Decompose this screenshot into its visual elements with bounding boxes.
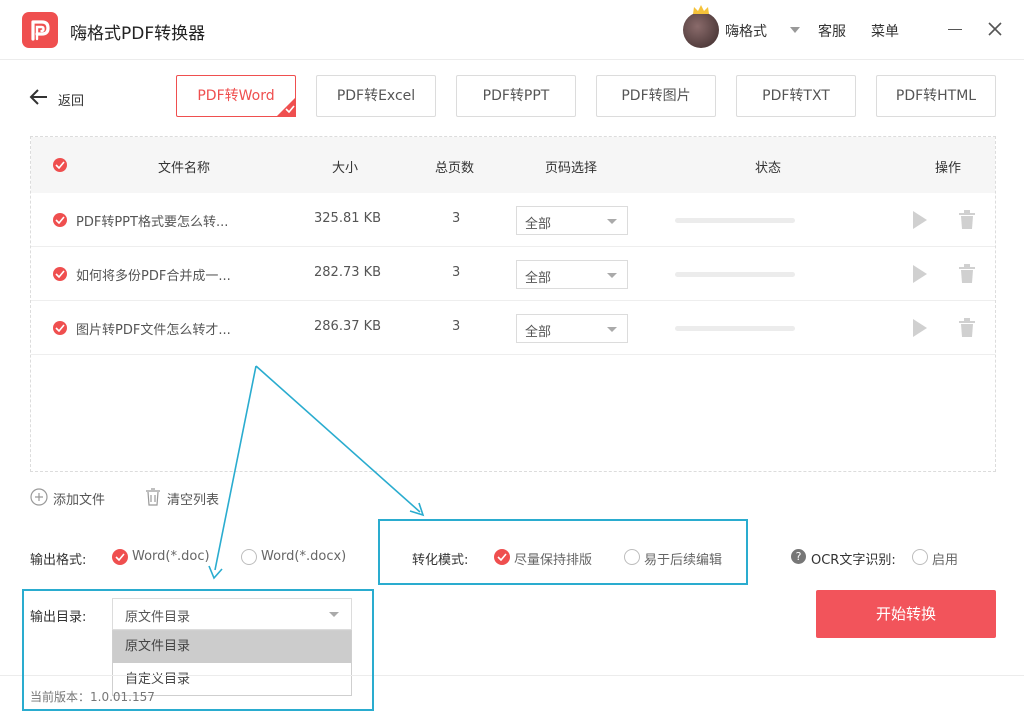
column-header-name: 文件名称 [158, 161, 211, 176]
tab-label: PDF转Excel [336, 88, 416, 104]
play-icon[interactable] [913, 211, 927, 229]
menu-button[interactable]: 菜单 [871, 21, 899, 41]
trash-icon [146, 488, 160, 506]
start-convert-button[interactable]: 开始转换 [816, 590, 996, 638]
support-button[interactable]: 客服 [818, 21, 846, 41]
chevron-down-icon [607, 327, 617, 332]
column-header-page-select: 页码选择 [545, 161, 598, 176]
file-size: 286.37 KB [314, 319, 382, 334]
tab-pdf-to-ppt[interactable]: PDF转PPT [456, 75, 576, 117]
app-title: 嗨格式PDF转换器 [70, 24, 206, 44]
tab-pdf-to-image[interactable]: PDF转图片 [596, 75, 716, 117]
file-name: 图片转PDF文件怎么转才... [76, 323, 231, 338]
close-icon[interactable] [986, 20, 1004, 38]
tab-pdf-to-txt[interactable]: PDF转TXT [736, 75, 856, 117]
progress-bar [675, 326, 795, 331]
radio-format-docx[interactable] [241, 549, 257, 565]
page-range-select[interactable]: 全部 [516, 260, 628, 289]
ocr-label: OCR文字识别: [811, 553, 896, 568]
radio-ocr-enable[interactable] [912, 549, 928, 565]
output-dir-highlight-box [22, 589, 374, 711]
selected-check-icon [276, 97, 296, 117]
tab-label: PDF转HTML [895, 88, 977, 104]
back-label: 返回 [58, 94, 85, 109]
plus-circle-icon [30, 488, 48, 506]
trash-icon[interactable] [959, 318, 975, 337]
file-name: 如何将多份PDF合并成一... [76, 269, 231, 284]
arrow-left-icon [29, 89, 47, 105]
page-range-value: 全部 [525, 217, 552, 232]
format-docx-label[interactable]: Word(*.docx) [261, 549, 346, 564]
file-size: 282.73 KB [314, 265, 382, 280]
page-range-value: 全部 [525, 271, 552, 286]
tab-label: PDF转图片 [621, 88, 691, 104]
clear-list-label: 清空列表 [167, 493, 220, 508]
username[interactable]: 嗨格式 [725, 21, 767, 41]
title-bar: 嗨格式PDF转换器 嗨格式 客服 菜单 [0, 0, 1024, 60]
app-logo-icon [22, 12, 58, 48]
tab-label: PDF转Word [197, 88, 275, 104]
row-checkbox[interactable] [53, 321, 67, 335]
minimize-icon[interactable] [948, 29, 962, 30]
play-icon[interactable] [913, 265, 927, 283]
crown-icon [693, 5, 709, 14]
page-count: 3 [452, 211, 461, 226]
file-name: PDF转PPT格式要怎么转... [76, 215, 229, 230]
page-range-select[interactable]: 全部 [516, 314, 628, 343]
table-row: 图片转PDF文件怎么转才... 286.37 KB 3 全部 [31, 301, 995, 355]
page-range-value: 全部 [525, 325, 552, 340]
mode-highlight-box [378, 519, 748, 585]
page-range-select[interactable]: 全部 [516, 206, 628, 235]
table-row: 如何将多份PDF合并成一... 282.73 KB 3 全部 [31, 247, 995, 301]
output-format-label: 输出格式: [30, 553, 87, 568]
table-row: PDF转PPT格式要怎么转... 325.81 KB 3 全部 [31, 193, 995, 247]
file-size: 325.81 KB [314, 211, 382, 226]
column-header-action: 操作 [935, 161, 962, 176]
table-header: 文件名称 大小 总页数 页码选择 状态 操作 [31, 137, 995, 193]
help-icon[interactable]: ? [791, 549, 806, 564]
tab-pdf-to-excel[interactable]: PDF转Excel [316, 75, 436, 117]
tab-label: PDF转TXT [762, 88, 830, 104]
trash-icon[interactable] [959, 210, 975, 229]
column-header-status: 状态 [755, 161, 782, 176]
chevron-down-icon [607, 273, 617, 278]
select-all-checkbox[interactable] [53, 158, 67, 172]
page-count: 3 [452, 319, 461, 334]
trash-icon[interactable] [959, 264, 975, 283]
column-header-pages: 总页数 [435, 161, 475, 176]
tab-label: PDF转PPT [482, 88, 550, 104]
row-checkbox[interactable] [53, 267, 67, 281]
format-doc-label[interactable]: Word(*.doc) [132, 549, 210, 564]
chevron-down-icon[interactable] [790, 27, 800, 33]
chevron-down-icon [607, 219, 617, 224]
back-button[interactable]: 返回 [28, 86, 88, 109]
progress-bar [675, 272, 795, 277]
column-header-size: 大小 [332, 161, 359, 176]
ocr-enable-label[interactable]: 启用 [932, 549, 958, 568]
play-icon[interactable] [913, 319, 927, 337]
file-table: 文件名称 大小 总页数 页码选择 状态 操作 PDF转PPT格式要怎么转... … [30, 136, 996, 472]
progress-bar [675, 218, 795, 223]
tab-pdf-to-html[interactable]: PDF转HTML [876, 75, 996, 117]
avatar[interactable] [683, 5, 719, 48]
tab-pdf-to-word[interactable]: PDF转Word [176, 75, 296, 117]
row-checkbox[interactable] [53, 213, 67, 227]
page-count: 3 [452, 265, 461, 280]
radio-format-doc[interactable] [112, 549, 128, 565]
add-file-label: 添加文件 [53, 493, 106, 508]
